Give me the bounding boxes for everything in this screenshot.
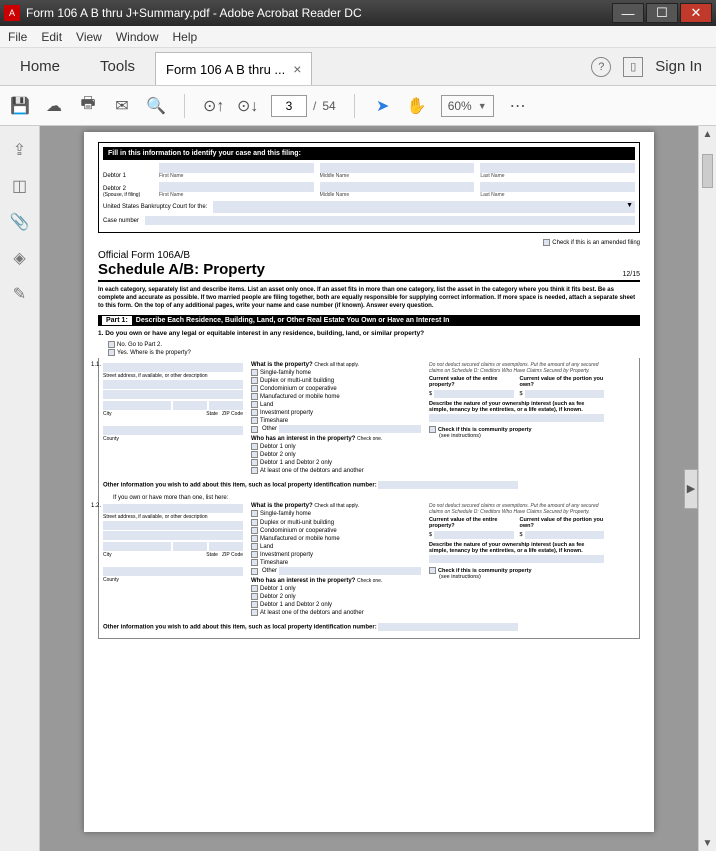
sign-icon[interactable]: ✎ [13, 284, 26, 304]
q1-no[interactable] [108, 341, 115, 348]
divider [184, 94, 185, 118]
help-icon[interactable]: ? [591, 57, 611, 77]
title-bar: A Form 106 A B thru J+Summary.pdf - Adob… [0, 0, 716, 26]
debtor1-last[interactable] [480, 163, 635, 173]
document-tab[interactable]: Form 106 A B thru ... × [155, 52, 312, 85]
hand-icon[interactable]: ✋ [407, 96, 427, 116]
maximize-button[interactable]: ☐ [646, 3, 678, 23]
search-icon[interactable]: 🔍 [146, 96, 166, 116]
tools-tab[interactable]: Tools [80, 48, 155, 85]
q1-yes[interactable] [108, 349, 115, 356]
court-dropdown[interactable] [213, 201, 635, 213]
scroll-up-icon[interactable]: ▲ [699, 126, 716, 142]
sign-in-button[interactable]: Sign In [655, 58, 702, 75]
prev-page-icon[interactable]: ⊙↑ [203, 96, 223, 116]
menu-window[interactable]: Window [116, 30, 159, 44]
schedule-title: Schedule A/B: Property [98, 261, 265, 278]
amended-checkbox[interactable] [543, 239, 550, 246]
page-sep: / [313, 99, 316, 113]
scroll-thumb[interactable] [702, 154, 713, 188]
divider [354, 94, 355, 118]
page-box: / 54 [271, 95, 336, 117]
main-area: ⇪ ◫ 📎 ◈ ✎ ◀ Fill in this information to … [0, 126, 716, 851]
debtor2-last[interactable] [480, 182, 635, 192]
mobile-icon[interactable]: ▯ [623, 57, 643, 77]
debtor1-label: Debtor 1 [103, 173, 153, 179]
attachments-icon[interactable]: 📎 [10, 212, 30, 232]
addr1-county[interactable] [103, 426, 243, 435]
close-button[interactable]: ✕ [680, 3, 712, 23]
zoom-dropdown[interactable]: 60% ▼ [441, 95, 494, 117]
home-tab[interactable]: Home [0, 48, 80, 85]
menu-bar: File Edit View Window Help [0, 26, 716, 48]
fill-header: Fill in this information to identify you… [103, 147, 635, 160]
document-tab-label: Form 106 A B thru ... [166, 62, 285, 77]
save-icon[interactable]: 💾 [10, 96, 30, 116]
addr1-line3[interactable] [103, 390, 243, 399]
addr1-line2[interactable] [103, 380, 243, 389]
tab-strip: Home Tools Form 106 A B thru ... × ? ▯ S… [0, 48, 716, 86]
more-icon[interactable]: ⋯ [508, 96, 528, 116]
pdf-page: Fill in this information to identify you… [84, 132, 654, 832]
cloud-upload-icon[interactable]: ☁ [44, 96, 64, 116]
scroll-down-icon[interactable]: ▼ [699, 835, 716, 851]
pointer-icon[interactable]: ➤ [373, 96, 393, 116]
debtor2-first[interactable] [159, 182, 314, 192]
menu-edit[interactable]: Edit [41, 30, 62, 44]
scrollbar[interactable]: ▲ ▼ [698, 126, 716, 851]
window-title: Form 106 A B thru J+Summary.pdf - Adobe … [26, 6, 612, 20]
question-1: 1. Do you own or have any legal or equit… [98, 330, 640, 337]
next-page-icon[interactable]: ⊙↓ [237, 96, 257, 116]
page-total: 54 [322, 99, 335, 113]
layers-icon[interactable]: ◈ [13, 248, 25, 268]
left-panel: ⇪ ◫ 📎 ◈ ✎ [0, 126, 40, 851]
court-label: United States Bankruptcy Court for the: [103, 204, 207, 210]
app-icon: A [4, 5, 20, 21]
export-icon[interactable]: ⇪ [13, 140, 26, 160]
page-input[interactable] [271, 95, 307, 117]
toolbar: 💾 ☁ 🖶 ✉ 🔍 ⊙↑ ⊙↓ / 54 ➤ ✋ 60% ▼ ⋯ [0, 86, 716, 126]
next-page-side[interactable]: ▶ [684, 469, 698, 509]
menu-file[interactable]: File [8, 30, 27, 44]
menu-view[interactable]: View [76, 30, 102, 44]
debtor2-middle[interactable] [320, 182, 475, 192]
addr1-line1[interactable] [103, 363, 243, 372]
debtor1-first[interactable] [159, 163, 314, 173]
caseno-field[interactable] [145, 216, 635, 225]
official-form: Official Form 106A/B [98, 250, 640, 261]
menu-help[interactable]: Help [173, 30, 198, 44]
email-icon[interactable]: ✉ [112, 96, 132, 116]
intro-text: In each category, separately list and de… [98, 287, 640, 310]
zoom-value: 60% [448, 99, 472, 113]
caseno-label: Case number [103, 218, 139, 224]
chevron-down-icon: ▼ [478, 101, 487, 111]
pages-icon[interactable]: ◫ [12, 176, 27, 196]
document-viewer[interactable]: Fill in this information to identify you… [40, 126, 698, 851]
close-tab-icon[interactable]: × [293, 61, 301, 77]
print-icon[interactable]: 🖶 [78, 92, 98, 119]
minimize-button[interactable]: — [612, 3, 644, 23]
debtor1-middle[interactable] [320, 163, 475, 173]
